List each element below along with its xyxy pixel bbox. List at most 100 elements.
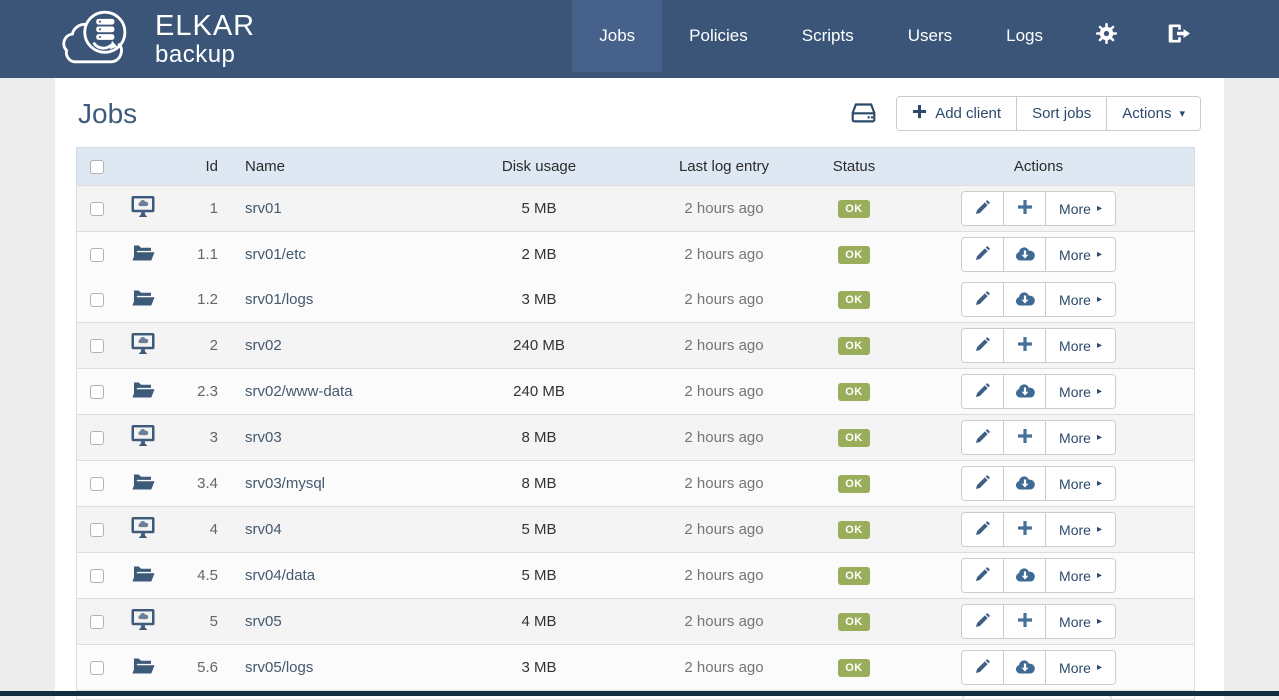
- nav-item-policies[interactable]: Policies: [662, 0, 775, 72]
- restore-button[interactable]: [1004, 559, 1046, 592]
- select-all-checkbox[interactable]: [90, 160, 104, 174]
- more-label: More: [1059, 476, 1091, 492]
- edit-button[interactable]: [962, 192, 1004, 225]
- actions-dropdown-button[interactable]: Actions ▾: [1107, 97, 1200, 130]
- edit-button[interactable]: [962, 283, 1004, 316]
- status-badge: OK: [838, 659, 870, 677]
- edit-button[interactable]: [962, 375, 1004, 408]
- edit-button[interactable]: [962, 421, 1004, 454]
- more-button[interactable]: More ▸: [1046, 651, 1115, 684]
- more-button[interactable]: More ▸: [1046, 238, 1115, 271]
- add-job-button[interactable]: [1004, 329, 1046, 362]
- row-last-log: 2 hours ago: [649, 337, 799, 354]
- row-name-link[interactable]: srv05/logs: [229, 659, 429, 676]
- nav-item-users[interactable]: Users: [881, 0, 979, 72]
- pencil-icon: [975, 200, 990, 218]
- restore-button[interactable]: [1004, 651, 1046, 684]
- row-group-job: 4.5 srv04/data 5 MB 2 hours ago OK: [76, 552, 1195, 599]
- add-job-button[interactable]: [1004, 421, 1046, 454]
- row-name-link[interactable]: srv01/etc: [229, 246, 429, 263]
- edit-button[interactable]: [962, 329, 1004, 362]
- restore-button[interactable]: [1004, 238, 1046, 271]
- edit-button[interactable]: [962, 467, 1004, 500]
- row-name-link[interactable]: srv04/data: [229, 567, 429, 584]
- row-actions-group: More ▸: [961, 466, 1116, 501]
- more-button[interactable]: More ▸: [1046, 467, 1115, 500]
- settings-button[interactable]: [1070, 0, 1143, 72]
- edit-button[interactable]: [962, 513, 1004, 546]
- edit-button[interactable]: [962, 651, 1004, 684]
- more-button[interactable]: More ▸: [1046, 421, 1115, 454]
- row-checkbox[interactable]: [90, 202, 104, 216]
- status-badge: OK: [838, 521, 870, 539]
- table-row-client: 4 srv04 5 MB 2 hours ago OK: [77, 507, 1194, 552]
- computer-cloud-icon: [130, 608, 156, 635]
- nav-item-logs[interactable]: Logs: [979, 0, 1070, 72]
- toolbar: Add client Sort jobs Actions ▾: [850, 96, 1201, 131]
- restore-button[interactable]: [1004, 375, 1046, 408]
- table-row-job: 4.5 srv04/data 5 MB 2 hours ago OK: [77, 553, 1194, 598]
- row-name-link[interactable]: srv05: [229, 613, 429, 630]
- edit-button[interactable]: [962, 238, 1004, 271]
- restore-button[interactable]: [1004, 283, 1046, 316]
- row-name-link[interactable]: srv01/logs: [229, 291, 429, 308]
- row-checkbox[interactable]: [90, 339, 104, 353]
- row-group-job: 1.1 srv01/etc 2 MB 2 hours ago OK: [76, 231, 1195, 323]
- nav-item-users-label: Users: [908, 26, 952, 46]
- more-button[interactable]: More ▸: [1046, 283, 1115, 316]
- edit-button[interactable]: [962, 559, 1004, 592]
- more-button[interactable]: More ▸: [1046, 559, 1115, 592]
- more-button[interactable]: More ▸: [1046, 605, 1115, 638]
- cloud-download-icon: [1015, 383, 1035, 401]
- add-client-label: Add client: [935, 105, 1001, 122]
- more-button[interactable]: More ▸: [1046, 375, 1115, 408]
- nav-item-jobs-label: Jobs: [599, 26, 635, 46]
- row-last-log: 2 hours ago: [649, 246, 799, 263]
- open-folder-icon: [131, 288, 155, 312]
- hard-drive-icon[interactable]: [850, 102, 877, 125]
- row-name-link[interactable]: srv03/mysql: [229, 475, 429, 492]
- row-last-log: 2 hours ago: [649, 429, 799, 446]
- row-checkbox[interactable]: [90, 477, 104, 491]
- row-group-job: 3.4 srv03/mysql 8 MB 2 hours ago OK: [76, 460, 1195, 507]
- logout-button[interactable]: [1143, 0, 1217, 72]
- row-name-link[interactable]: srv04: [229, 521, 429, 538]
- nav-items: Jobs Policies Scripts Users Logs: [572, 0, 1217, 78]
- add-job-button[interactable]: [1004, 513, 1046, 546]
- add-client-button[interactable]: Add client: [897, 97, 1017, 130]
- row-checkbox[interactable]: [90, 523, 104, 537]
- row-disk-usage: 5 MB: [429, 200, 649, 217]
- status-badge: OK: [838, 475, 870, 493]
- row-checkbox[interactable]: [90, 569, 104, 583]
- row-checkbox[interactable]: [90, 615, 104, 629]
- nav-item-scripts[interactable]: Scripts: [775, 0, 881, 72]
- row-checkbox[interactable]: [90, 431, 104, 445]
- restore-button[interactable]: [1004, 467, 1046, 500]
- more-button[interactable]: More ▸: [1046, 513, 1115, 546]
- sort-jobs-button[interactable]: Sort jobs: [1017, 97, 1107, 130]
- row-last-log: 2 hours ago: [649, 200, 799, 217]
- status-badge: OK: [838, 200, 870, 218]
- add-job-button[interactable]: [1004, 605, 1046, 638]
- add-job-button[interactable]: [1004, 192, 1046, 225]
- row-checkbox[interactable]: [90, 661, 104, 675]
- more-button[interactable]: More ▸: [1046, 329, 1115, 362]
- row-disk-usage: 8 MB: [429, 429, 649, 446]
- cloud-download-icon: [1015, 246, 1035, 264]
- row-checkbox[interactable]: [90, 248, 104, 262]
- row-name-link[interactable]: srv02/www-data: [229, 383, 429, 400]
- edit-button[interactable]: [962, 605, 1004, 638]
- table-row-job: 5.6 srv05/logs 3 MB 2 hours ago OK: [77, 645, 1194, 690]
- status-badge: OK: [838, 291, 870, 309]
- table-header-row: Id Name Disk usage Last log entry Status…: [76, 147, 1195, 186]
- row-actions-group: More ▸: [961, 282, 1116, 317]
- row-name-link[interactable]: srv01: [229, 200, 429, 217]
- row-name-link[interactable]: srv03: [229, 429, 429, 446]
- row-name-link[interactable]: srv02: [229, 337, 429, 354]
- row-checkbox[interactable]: [90, 293, 104, 307]
- nav-item-jobs[interactable]: Jobs: [572, 0, 662, 72]
- more-button[interactable]: More ▸: [1046, 192, 1115, 225]
- row-checkbox[interactable]: [90, 385, 104, 399]
- elkarbackup-logo[interactable]: ELKAR backup: [57, 0, 255, 78]
- row-actions-group: More ▸: [961, 374, 1116, 409]
